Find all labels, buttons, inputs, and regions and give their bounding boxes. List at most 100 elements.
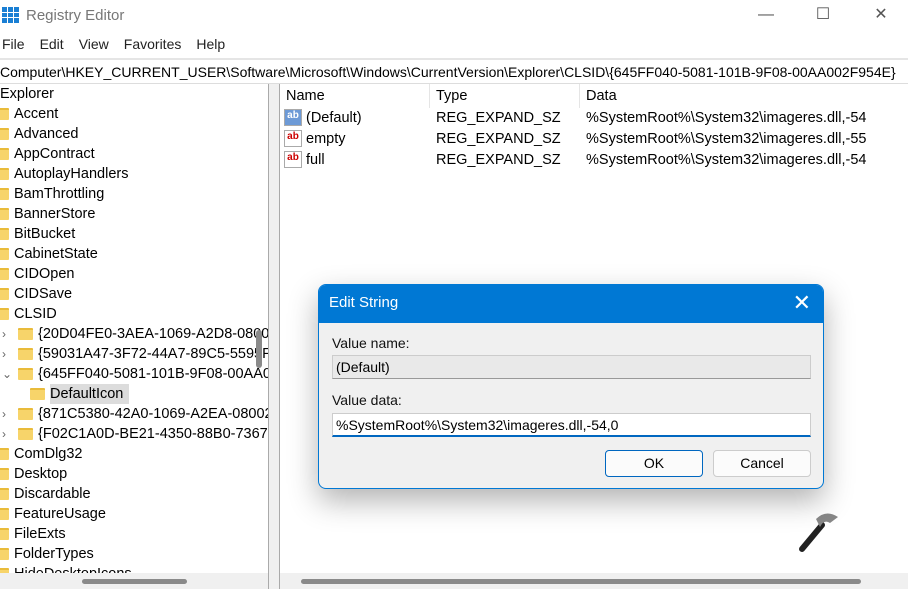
tree-item[interactable]: › {871C5380-42A0-1069-A2EA-08002B30309D} (0, 404, 268, 424)
tree-item[interactable]: BannerStore (0, 204, 95, 224)
tree-item-label: BamThrottling (14, 186, 105, 202)
string-value-icon: ab (284, 151, 302, 168)
tree-item-label: {F02C1A0D-BE21-4350-88B0-7367FC96EF3C} (38, 426, 268, 442)
tree-item[interactable]: › {20D04FE0-3AEA-1069-A2D8-08002B30309D} (0, 324, 268, 344)
menu-favorites[interactable]: Favorites (124, 36, 192, 56)
chevron-right-icon[interactable]: › (2, 324, 14, 344)
tree-item-label: CLSID (14, 306, 57, 322)
chevron-right-icon[interactable]: › (2, 424, 14, 444)
tree-item[interactable]: FeatureUsage (0, 504, 106, 524)
tree-item-label: DefaultIcon (50, 384, 130, 404)
folder-icon (0, 248, 9, 260)
cancel-button[interactable]: Cancel (713, 450, 811, 477)
tree-item-label: Accent (14, 106, 59, 122)
value-data-label: Value data: (332, 392, 402, 408)
tree-item-label: CIDSave (14, 286, 73, 302)
tree-horizontal-scrollbar[interactable] (0, 573, 268, 589)
folder-icon (18, 348, 33, 360)
key-tree[interactable]: Explorer Accent Advanced AppContract Autopl… (0, 84, 268, 578)
tree-item-label: {871C5380-42A0-1069-A2EA-08002B30309D} (38, 406, 268, 422)
tree-item[interactable]: FileExts (0, 524, 66, 544)
folder-icon (18, 368, 33, 380)
chevron-right-icon[interactable]: › (2, 344, 14, 364)
folder-icon (0, 188, 9, 200)
list-row[interactable]: ab full REG_EXPAND_SZ %SystemRoot%\System32… (284, 150, 866, 170)
folder-icon (0, 508, 9, 520)
tree-item-label: AppContract (14, 146, 95, 162)
value-name: (Default) (306, 110, 362, 126)
tree-item-label: Desktop (14, 466, 68, 482)
tree-item[interactable]: ComDlg32 (0, 444, 83, 464)
tree-item-label: CabinetState (14, 246, 98, 262)
value-name: full (306, 152, 325, 168)
tree-item[interactable]: CabinetState (0, 244, 98, 264)
folder-icon (0, 148, 9, 160)
value-data: %SystemRoot%\System32\imageres.dll,-54 (586, 152, 867, 168)
tree-root[interactable]: Explorer (0, 84, 54, 104)
tree-item-label: Advanced (14, 126, 79, 142)
tree-item[interactable]: › {59031A47-3F72-44A7-89C5-5595FE6B30EE} (0, 344, 268, 364)
value-name-label: Value name: (332, 335, 410, 351)
menu-view[interactable]: View (79, 36, 119, 56)
menu-help[interactable]: Help (196, 36, 235, 56)
tree-item[interactable]: Desktop (0, 464, 67, 484)
tree-item[interactable]: › {F02C1A0D-BE21-4350-88B0-7367FC96EF3C} (0, 424, 268, 444)
folder-icon (0, 488, 9, 500)
tree-item[interactable]: DefaultIcon (30, 384, 130, 404)
list-horizontal-scrollbar[interactable] (280, 573, 908, 589)
tree-item-label: CIDOpen (14, 266, 75, 282)
watermark-logo-icon (790, 505, 840, 555)
chevron-down-icon[interactable]: ⌄ (2, 364, 14, 384)
tree-item[interactable]: CLSID (0, 304, 57, 324)
menu-edit[interactable]: Edit (40, 36, 74, 56)
tree-item[interactable]: Discardable (0, 484, 91, 504)
tree-item-label: BitBucket (14, 226, 76, 242)
folder-icon (0, 288, 9, 300)
list-row[interactable]: ab (Default) REG_EXPAND_SZ %SystemRoot%\Sys… (284, 108, 866, 128)
close-button[interactable]: ✕ (861, 4, 901, 26)
column-data[interactable]: Data (580, 84, 908, 108)
value-name-field: (Default) (332, 355, 811, 379)
tree-item[interactable]: CIDOpen (0, 264, 74, 284)
minimize-button[interactable]: — (746, 4, 786, 26)
tree-item[interactable]: BamThrottling (0, 184, 104, 204)
folder-icon (0, 308, 9, 320)
folder-icon (0, 548, 9, 560)
registry-editor-icon (2, 7, 19, 23)
ok-button[interactable]: OK (605, 450, 703, 477)
maximize-button[interactable]: ☐ (803, 4, 843, 26)
tree-item[interactable]: ⌄ {645FF040-5081-101B-9F08-00AA002F954E} (0, 364, 268, 384)
address-bar[interactable]: Computer\HKEY_CURRENT_USER\Software\Micr… (0, 58, 908, 84)
tree-vertical-scrollbar[interactable] (256, 330, 262, 368)
folder-icon (0, 528, 9, 540)
dialog-close-icon[interactable]: ✕ (793, 285, 811, 321)
tree-item[interactable]: AppContract (0, 144, 95, 164)
column-type[interactable]: Type (430, 84, 580, 108)
chevron-right-icon[interactable]: › (2, 404, 14, 424)
folder-icon (30, 388, 45, 400)
value-data-input[interactable]: %SystemRoot%\System32\imageres.dll,-54,0 (332, 413, 811, 437)
folder-icon (0, 208, 9, 220)
folder-icon (0, 168, 9, 180)
pane-splitter[interactable] (268, 84, 280, 589)
value-name: empty (306, 131, 346, 147)
tree-item-label: FileExts (14, 526, 66, 542)
list-row[interactable]: ab empty REG_EXPAND_SZ %SystemRoot%\System3… (284, 129, 866, 149)
tree-item[interactable]: FolderTypes (0, 544, 94, 564)
folder-icon (18, 408, 33, 420)
title-bar: Registry Editor — ☐ ✕ (0, 0, 908, 32)
value-data: %SystemRoot%\System32\imageres.dll,-55 (586, 131, 867, 147)
menu-file[interactable]: File (2, 36, 35, 56)
tree-item[interactable]: AutoplayHandlers (0, 164, 128, 184)
window-title: Registry Editor (26, 7, 125, 24)
tree-item[interactable]: Accent (0, 104, 58, 124)
tree-item[interactable]: Advanced (0, 124, 79, 144)
dialog-title: Edit String (319, 285, 823, 323)
tree-item-label: BannerStore (14, 206, 96, 222)
tree-item-label: ComDlg32 (14, 446, 83, 462)
string-value-icon: ab (284, 130, 302, 147)
folder-icon (0, 128, 9, 140)
column-name[interactable]: Name (280, 84, 430, 108)
tree-item[interactable]: BitBucket (0, 224, 75, 244)
tree-item[interactable]: CIDSave (0, 284, 72, 304)
